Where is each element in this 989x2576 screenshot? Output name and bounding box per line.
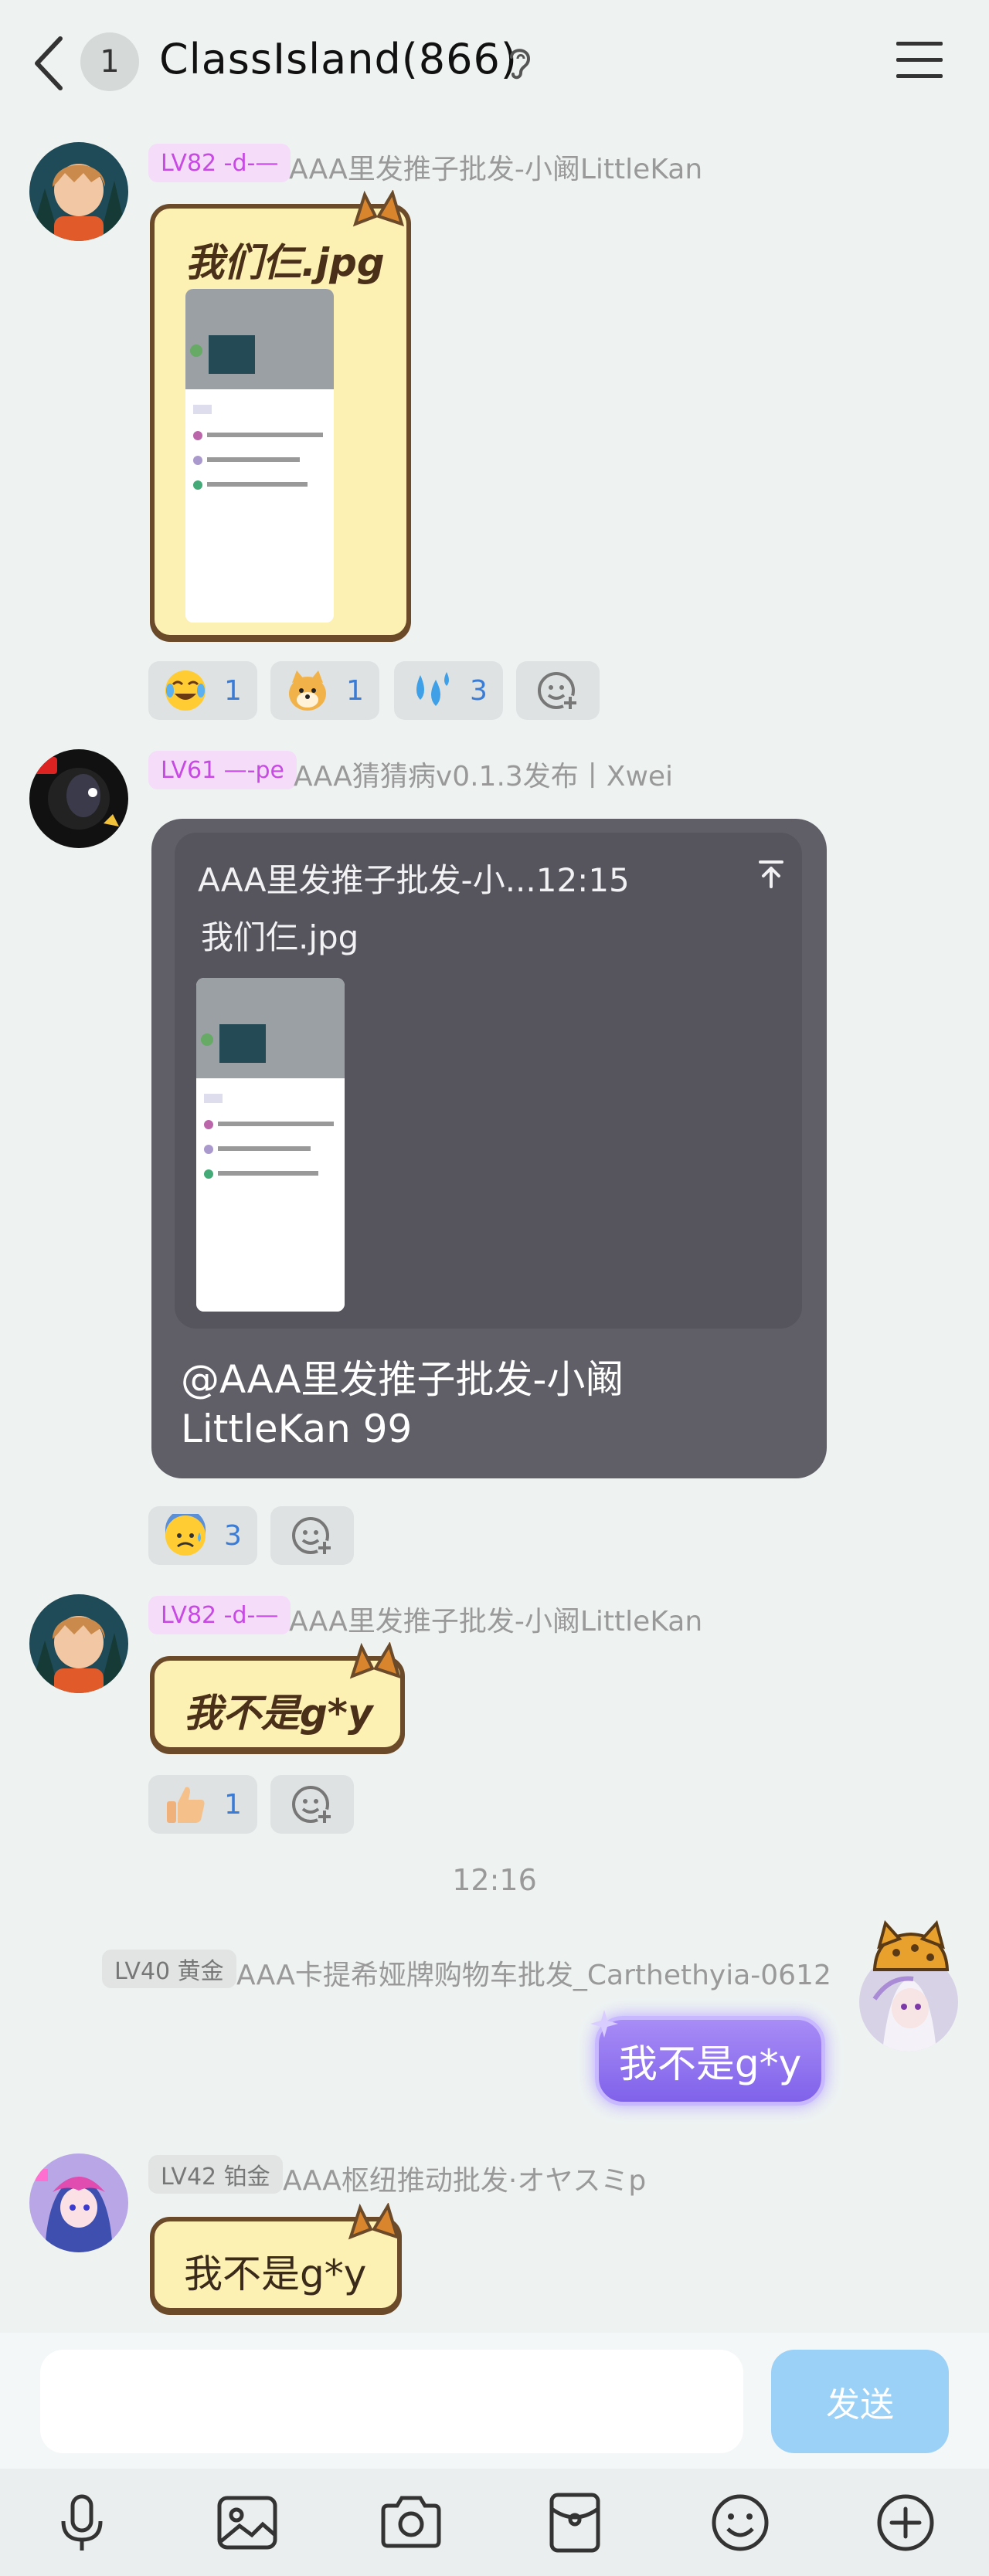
- anxious-sweat-emoji-icon: [165, 1514, 206, 1556]
- plus-icon[interactable]: [873, 2490, 938, 2555]
- message-text: @AAA里发推子批发-小阚LittleKan 99: [181, 1357, 624, 1451]
- reaction-chip[interactable]: 1: [270, 661, 379, 720]
- avatar[interactable]: [29, 749, 128, 848]
- back-arrow-icon[interactable]: [31, 32, 70, 94]
- reaction-count: 3: [224, 1519, 242, 1552]
- red-packet-icon[interactable]: [542, 2490, 607, 2555]
- cat-ears-decoration: [348, 2203, 400, 2240]
- image-thumbnail[interactable]: [185, 289, 334, 623]
- emoji-icon[interactable]: [708, 2490, 773, 2555]
- quoted-sender-time: AAA里发推子批发-小...12:15: [198, 861, 630, 899]
- input-toolbar: [0, 2469, 989, 2576]
- message-input-area: 发送: [0, 2333, 989, 2469]
- joy-emoji-icon: [165, 670, 206, 711]
- reaction-chip[interactable]: 1: [148, 1775, 257, 1834]
- avatar[interactable]: [29, 1594, 128, 1693]
- camera-icon[interactable]: [379, 2490, 444, 2555]
- reaction-chip[interactable]: 1: [148, 661, 257, 720]
- sender-name[interactable]: AAA里发推子批发-小阚LittleKan: [289, 1599, 702, 1639]
- add-reaction-icon: [538, 672, 578, 711]
- message-bubble[interactable]: 我不是g*y: [595, 2016, 825, 2106]
- add-reaction-button[interactable]: [270, 1506, 354, 1565]
- sweat-drops-emoji-icon: [416, 672, 449, 706]
- chat-header: 1 ClassIsland(866): [0, 0, 989, 124]
- jump-to-message-icon[interactable]: [756, 859, 787, 890]
- message-text: 我不是g*y: [184, 1691, 373, 1736]
- thumbs-up-emoji-icon: [167, 1787, 205, 1823]
- avatar[interactable]: [29, 2153, 128, 2252]
- send-button[interactable]: 发送: [771, 2350, 949, 2453]
- quoted-text: 我们仨.jpg: [201, 918, 359, 956]
- add-reaction-icon: [292, 1786, 332, 1824]
- image-icon[interactable]: [215, 2490, 280, 2555]
- avatar[interactable]: [29, 142, 128, 241]
- message-input[interactable]: [40, 2350, 743, 2453]
- level-badge: LV82 -d-—: [148, 1596, 291, 1634]
- menu-icon[interactable]: [895, 39, 944, 82]
- message-text: 我不是g*y: [618, 2041, 802, 2086]
- sender-name[interactable]: AAA猜猜病v0.1.3发布丨Xwei: [294, 754, 673, 794]
- microphone-icon[interactable]: [49, 2490, 114, 2555]
- quoted-message[interactable]: AAA里发推子批发-小...12:15 我们仨.jpg: [175, 833, 802, 1329]
- reaction-count: 1: [346, 674, 364, 707]
- doge-emoji-icon: [289, 670, 326, 711]
- ear-icon[interactable]: [504, 43, 535, 80]
- level-badge: LV61 —-pe: [148, 751, 297, 789]
- unread-count-badge[interactable]: 1: [80, 32, 139, 91]
- group-title[interactable]: ClassIsland(866): [159, 35, 518, 83]
- sender-name[interactable]: AAA卡提希娅牌购物车批发_Carthethyia-0612: [236, 1953, 831, 1993]
- reaction-count: 1: [224, 674, 242, 707]
- level-badge: LV82 -d-—: [148, 144, 291, 182]
- reaction-chip[interactable]: 3: [394, 661, 503, 720]
- reaction-count: 3: [470, 674, 488, 707]
- sparkle-decoration: [590, 2010, 618, 2038]
- cat-ears-decoration: [349, 1642, 402, 1679]
- reaction-chip[interactable]: 3: [148, 1506, 257, 1565]
- add-reaction-button[interactable]: [516, 661, 600, 720]
- reaction-count: 1: [224, 1788, 242, 1821]
- leopard-hat-decoration: [872, 1920, 950, 1971]
- time-divider: 12:16: [452, 1863, 537, 1897]
- sender-name[interactable]: AAA枢纽推动批发·オヤスミp: [283, 2158, 646, 2198]
- image-message-bubble[interactable]: 我们仨.jpg: [150, 204, 411, 640]
- level-badge: LV40 黄金: [102, 1950, 236, 1988]
- add-reaction-button[interactable]: [270, 1775, 354, 1834]
- image-caption: 我们仨.jpg: [185, 240, 385, 285]
- add-reaction-icon: [292, 1517, 332, 1556]
- sender-name[interactable]: AAA里发推子批发-小阚LittleKan: [289, 147, 702, 187]
- quoted-image-thumbnail[interactable]: [196, 978, 345, 1312]
- level-badge: LV42 铂金: [148, 2155, 283, 2194]
- message-text: 我不是g*y: [184, 2252, 367, 2296]
- reply-message-bubble[interactable]: AAA里发推子批发-小...12:15 我们仨.jpg @AAA里发推子批发-小…: [151, 819, 827, 1478]
- cat-ears-decoration: [352, 190, 405, 227]
